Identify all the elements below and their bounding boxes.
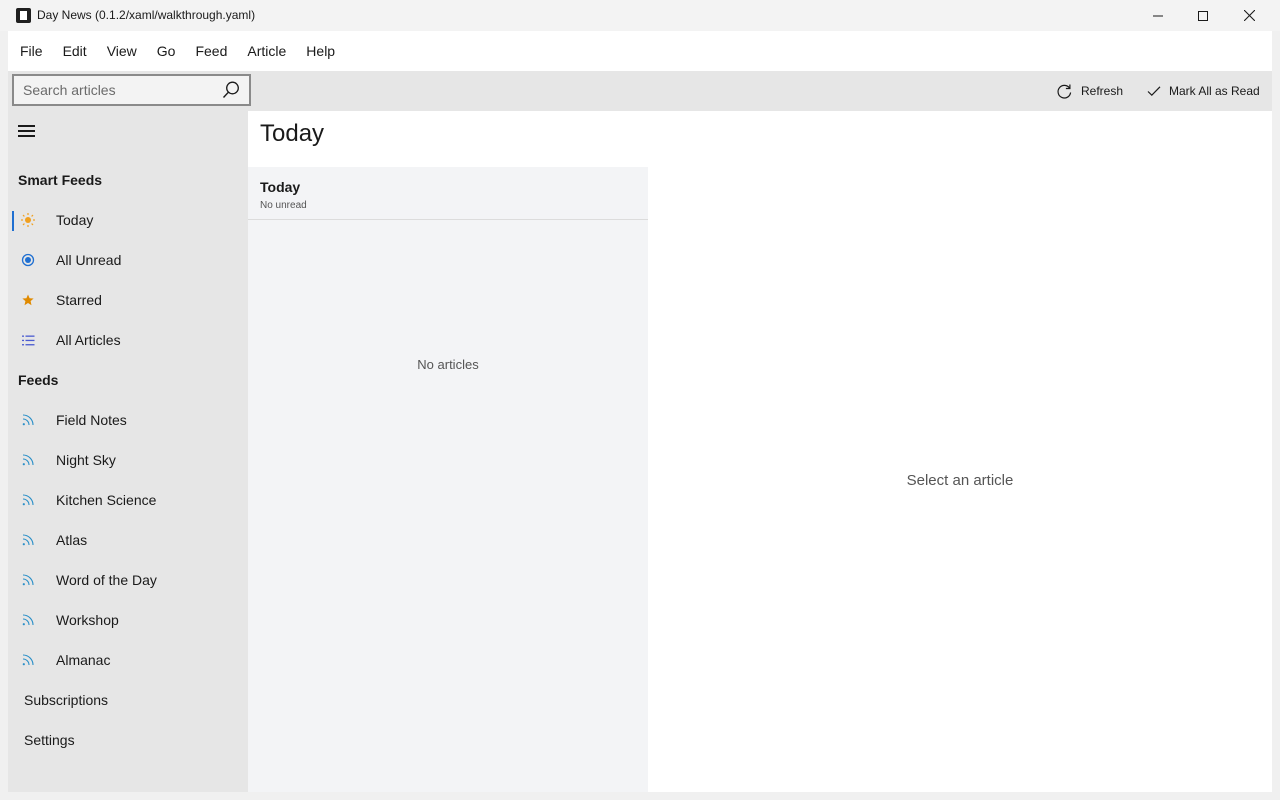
sidebar-item-label: Kitchen Science (56, 492, 157, 508)
menu-file[interactable]: File (10, 31, 53, 71)
rss-icon (20, 572, 36, 588)
feeds-header: Feeds (18, 372, 59, 388)
sidebar-item-all-unread[interactable]: All Unread (8, 240, 248, 280)
minimize-button[interactable] (1135, 0, 1181, 31)
sidebar-item-label: Today (56, 212, 94, 228)
close-icon (1243, 10, 1255, 21)
minimize-icon (1153, 15, 1163, 16)
sidebar-item-field-notes[interactable]: Field Notes (8, 400, 248, 440)
article-list-title: Today (260, 179, 301, 195)
sidebar-item-label: Almanac (56, 652, 111, 668)
checkmark-icon (1147, 86, 1161, 97)
sidebar-item-label: All Unread (56, 252, 122, 268)
rss-icon (20, 452, 36, 468)
sidebar-item-today[interactable]: Today (8, 200, 248, 240)
radio-dot-icon (20, 252, 36, 268)
sidebar-item-label: Atlas (56, 532, 88, 548)
sidebar-item-workshop[interactable]: Workshop (8, 600, 248, 640)
menu-help[interactable]: Help (296, 31, 345, 71)
hamburger-menu-icon[interactable] (18, 124, 38, 138)
refresh-icon (1057, 84, 1072, 99)
sidebar-item-label: All Articles (56, 332, 121, 348)
rss-icon (20, 652, 36, 668)
sidebar-item-night-sky[interactable]: Night Sky (8, 440, 248, 480)
sidebar-item-label: Starred (56, 292, 102, 308)
maximize-icon (1198, 10, 1208, 21)
maximize-button[interactable] (1180, 0, 1226, 31)
sidebar-item-all-articles[interactable]: All Articles (8, 320, 248, 360)
smart-feeds-header: Smart Feeds (18, 172, 103, 188)
menu-feed[interactable]: Feed (185, 31, 237, 71)
search-input[interactable] (14, 76, 214, 104)
refresh-button[interactable]: Refresh (1056, 79, 1123, 103)
article-reader-pane: Select an article (648, 167, 1272, 792)
sidebar-item-word-of-the-day[interactable]: Word of the Day (8, 560, 248, 600)
menu-bar: File Edit View Go Feed Article Help (8, 31, 1272, 71)
sidebar-item-label: Settings (24, 732, 75, 748)
menu-go[interactable]: Go (147, 31, 186, 71)
list-icon (20, 332, 36, 348)
sidebar-item-settings[interactable]: Settings (8, 720, 248, 760)
sidebar-item-label: Night Sky (56, 452, 116, 468)
rss-icon (20, 492, 36, 508)
app-window: Day News (0.1.2/xaml/walkthrough.yaml) F… (0, 0, 1280, 800)
star-icon (20, 292, 36, 308)
search-button[interactable] (219, 79, 243, 101)
sidebar: Smart Feeds Today All Unread Starred All… (8, 111, 248, 792)
sidebar-item-label: Workshop (56, 612, 119, 628)
sidebar-item-almanac[interactable]: Almanac (8, 640, 248, 680)
sidebar-item-atlas[interactable]: Atlas (8, 520, 248, 560)
rss-icon (20, 532, 36, 548)
sidebar-item-label: Field Notes (56, 412, 127, 428)
mark-all-read-label: Mark All as Read (1169, 84, 1260, 98)
menu-edit[interactable]: Edit (53, 31, 97, 71)
rss-icon (20, 612, 36, 628)
app-icon (16, 8, 31, 23)
article-list-pane: Today No unread No articles (248, 167, 648, 792)
menu-article[interactable]: Article (237, 31, 296, 71)
search-icon (222, 81, 239, 98)
close-button[interactable] (1226, 0, 1272, 31)
refresh-label: Refresh (1081, 84, 1124, 98)
unread-count-text: No unread (260, 200, 307, 211)
search-box (12, 74, 251, 106)
title-bar: Day News (0.1.2/xaml/walkthrough.yaml) (0, 0, 1280, 31)
sidebar-item-kitchen-science[interactable]: Kitchen Science (8, 480, 248, 520)
sidebar-item-label: Subscriptions (24, 692, 109, 708)
command-bar: Refresh Mark All as Read (8, 71, 1272, 111)
sidebar-item-starred[interactable]: Starred (8, 280, 248, 320)
main-content: Today Today No unread No articles Select… (248, 111, 1272, 792)
window-title: Day News (0.1.2/xaml/walkthrough.yaml) (37, 8, 256, 22)
empty-list-message: No articles (417, 357, 479, 372)
reader-empty-message: Select an article (906, 472, 1014, 489)
sun-icon (20, 212, 36, 228)
sidebar-item-subscriptions[interactable]: Subscriptions (8, 680, 248, 720)
page-title: Today (260, 120, 325, 147)
rss-icon (20, 412, 36, 428)
sidebar-item-label: Word of the Day (56, 572, 157, 588)
menu-view[interactable]: View (97, 31, 147, 71)
mark-all-read-button[interactable]: Mark All as Read (1147, 79, 1260, 103)
article-list-header: Today No unread (248, 167, 648, 220)
